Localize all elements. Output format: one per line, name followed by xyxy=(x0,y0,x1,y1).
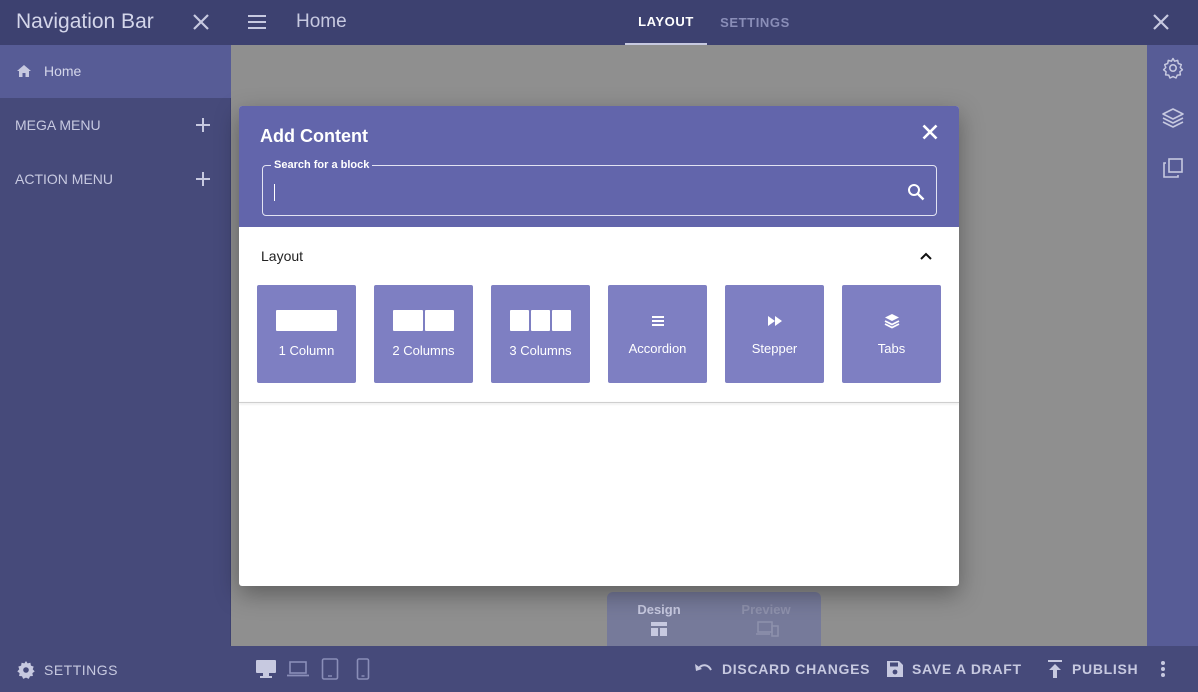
nav-item-home[interactable]: Home xyxy=(0,45,231,98)
dialog-title: Add Content xyxy=(260,126,368,146)
save-draft-label: SAVE A DRAFT xyxy=(912,661,1022,677)
settings-button[interactable]: SETTINGS xyxy=(16,660,118,680)
more-vertical-icon xyxy=(1161,661,1165,677)
navigation-panel-header: Navigation Bar xyxy=(0,0,231,45)
discard-changes-button[interactable]: DISCARD CHANGES xyxy=(694,658,870,680)
one-column-icon xyxy=(276,310,337,331)
section-label: Layout xyxy=(261,248,304,264)
search-input[interactable] xyxy=(273,180,893,204)
close-panel-button[interactable] xyxy=(188,9,214,35)
hamburger-icon xyxy=(248,15,266,29)
settings-button-label: SETTINGS xyxy=(44,662,119,678)
block-tile-label: Stepper xyxy=(751,341,798,356)
close-icon xyxy=(193,14,209,30)
nav-item-home-label: Home xyxy=(44,63,82,79)
section-divider xyxy=(239,402,959,403)
right-toolbar xyxy=(1147,45,1198,646)
discard-changes-label: DISCARD CHANGES xyxy=(722,661,871,677)
more-options-button[interactable] xyxy=(1151,657,1175,681)
text-cursor xyxy=(274,184,275,201)
add-content-dialog: Add Content Search for a block Layout 1 … xyxy=(239,106,959,586)
block-tile-3-columns[interactable]: 3 Columns xyxy=(491,285,590,383)
undo-icon xyxy=(695,664,712,671)
block-tile-accordion[interactable]: Accordion xyxy=(608,285,707,383)
design-mode-label: Design xyxy=(637,602,681,617)
laptop-icon[interactable] xyxy=(286,657,310,681)
layers-icon[interactable] xyxy=(1160,105,1186,131)
bottom-bar: SETTINGS DISCARD CHANGES SAVE A DRAFT PU… xyxy=(0,646,1198,692)
block-tile-label: 1 Column xyxy=(278,343,335,358)
phone-icon[interactable] xyxy=(351,657,375,681)
block-tile-label: 2 Columns xyxy=(392,343,455,358)
block-tile-label: Accordion xyxy=(628,341,687,356)
stepper-icon xyxy=(764,310,786,332)
block-tile-2-columns[interactable]: 2 Columns xyxy=(374,285,473,383)
gear-icon xyxy=(17,661,35,679)
nav-section-mega-menu[interactable]: MEGA MENU xyxy=(0,98,231,152)
page-title: Home xyxy=(296,11,347,32)
block-tile-label: 3 Columns xyxy=(509,343,572,358)
add-mega-menu-button[interactable] xyxy=(192,114,214,136)
nav-section-action-menu[interactable]: ACTION MENU xyxy=(0,152,231,206)
navigation-panel-title: Navigation Bar xyxy=(16,10,154,33)
plus-icon xyxy=(196,172,210,186)
block-tile-tabs[interactable]: Tabs xyxy=(842,285,941,383)
close-icon xyxy=(1153,14,1169,30)
dialog-header: Add Content Search for a block xyxy=(239,106,959,227)
tabs-icon xyxy=(881,310,903,332)
save-icon xyxy=(887,661,903,677)
search-field-label: Search for a block xyxy=(271,159,373,171)
tab-layout[interactable]: LAYOUT xyxy=(625,0,707,45)
mode-switch: Design Preview xyxy=(607,592,821,646)
home-icon xyxy=(15,62,33,80)
search-field: Search for a block xyxy=(262,159,937,216)
publish-icon xyxy=(1048,660,1062,678)
add-action-menu-button[interactable] xyxy=(192,168,214,190)
close-editor-button[interactable] xyxy=(1148,9,1174,35)
gear-icon[interactable] xyxy=(1160,55,1186,81)
collapse-section-button[interactable] xyxy=(916,246,936,266)
publish-button[interactable]: PUBLISH xyxy=(1046,658,1138,680)
preview-mode-button[interactable]: Preview xyxy=(723,602,809,637)
nav-section-label: ACTION MENU xyxy=(15,171,113,187)
publish-label: PUBLISH xyxy=(1072,661,1139,677)
navigation-panel: Navigation Bar Home MEGA MENU ACTION MEN… xyxy=(0,0,231,646)
nav-section-label: MEGA MENU xyxy=(15,117,101,133)
accordion-icon xyxy=(647,310,669,332)
plus-icon xyxy=(196,118,210,132)
close-dialog-button[interactable] xyxy=(918,120,942,144)
dashboard-icon xyxy=(649,621,669,637)
block-tile-1-column[interactable]: 1 Column xyxy=(257,285,356,383)
tablet-icon[interactable] xyxy=(318,657,342,681)
copy-icon[interactable] xyxy=(1160,155,1186,181)
block-tile-label: Tabs xyxy=(877,341,906,356)
block-tile-stepper[interactable]: Stepper xyxy=(725,285,824,383)
devices-icon xyxy=(756,621,779,637)
desktop-icon[interactable] xyxy=(254,657,278,681)
save-draft-button[interactable]: SAVE A DRAFT xyxy=(886,658,1022,680)
preview-mode-label: Preview xyxy=(741,602,791,617)
close-icon xyxy=(922,124,938,140)
tab-settings[interactable]: SETTINGS xyxy=(711,0,799,45)
design-mode-button[interactable]: Design xyxy=(616,602,702,637)
menu-button[interactable] xyxy=(245,10,269,34)
chevron-up-icon xyxy=(920,252,932,260)
search-icon[interactable] xyxy=(905,181,927,203)
top-bar: Home LAYOUT SETTINGS xyxy=(231,0,1198,45)
